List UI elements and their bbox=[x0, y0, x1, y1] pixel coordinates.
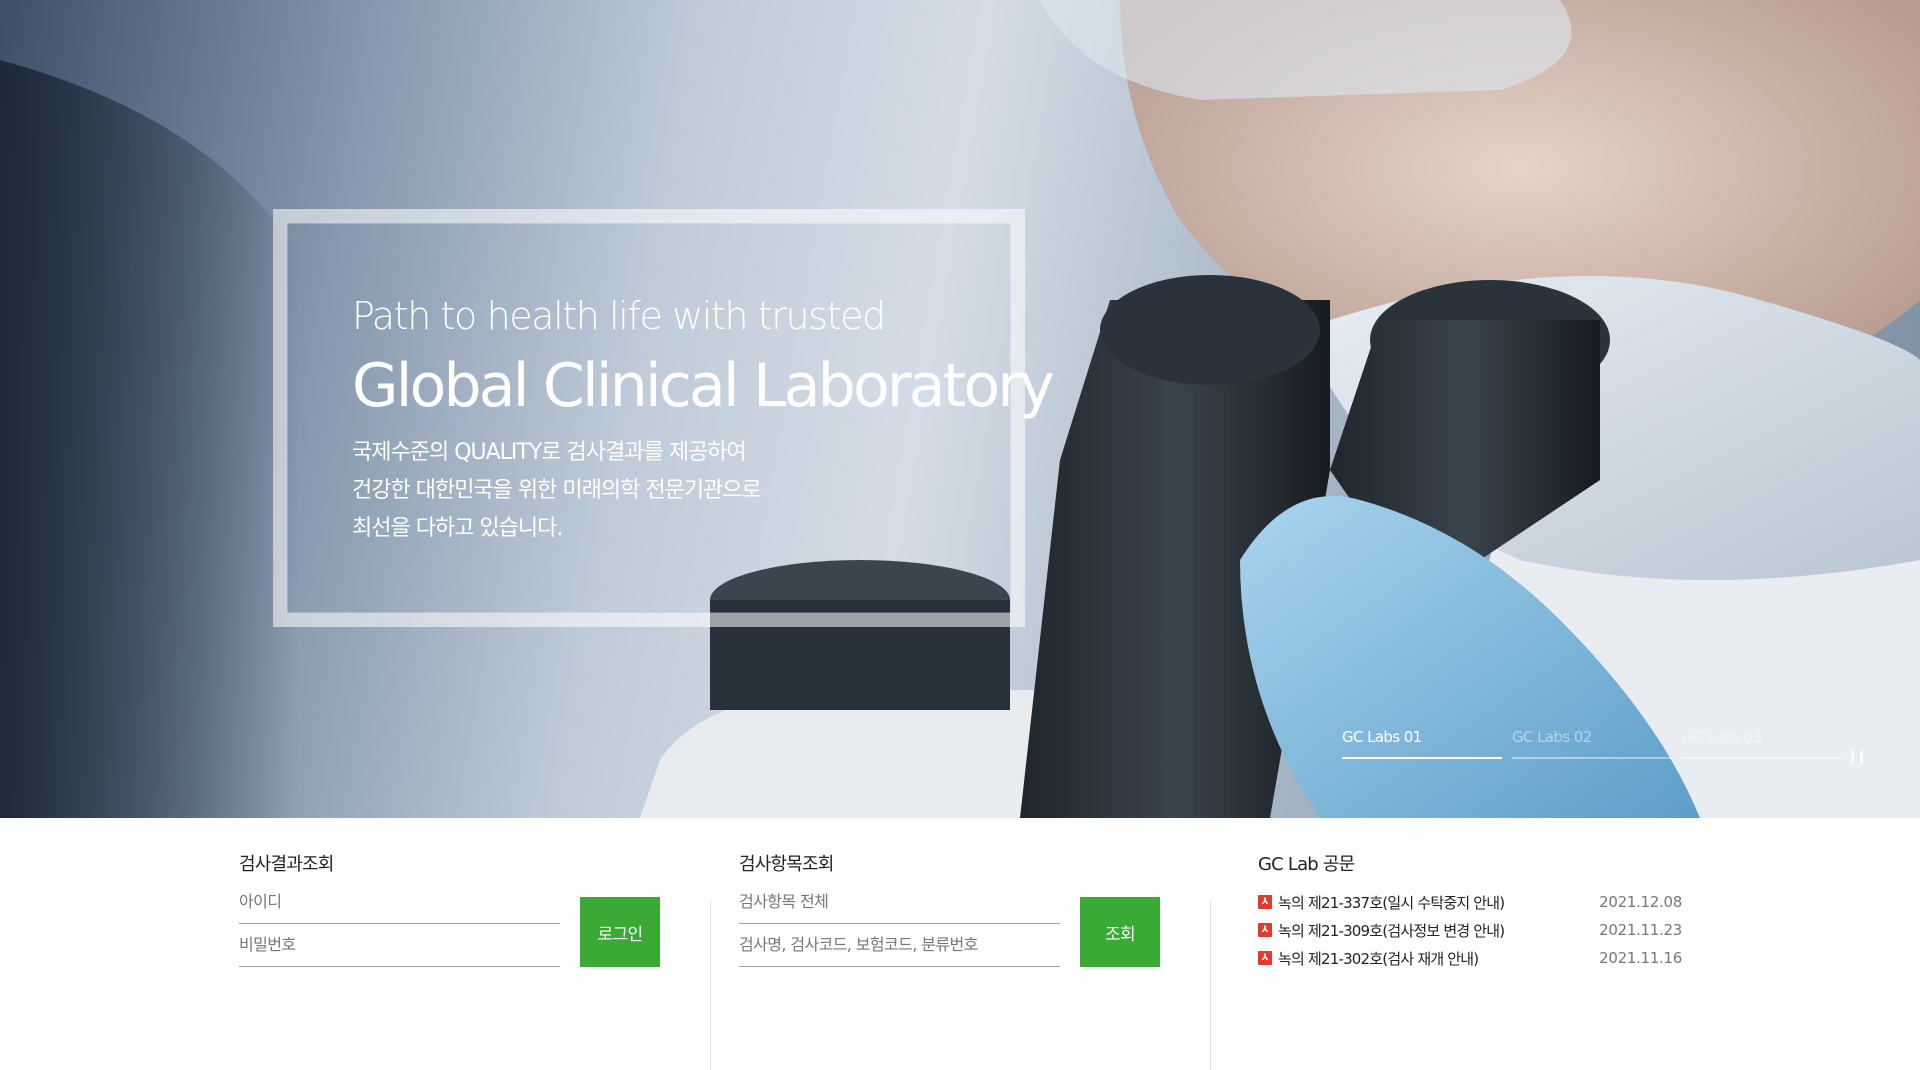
test-lookup-title: 검사항목조회 bbox=[739, 854, 834, 875]
password-field[interactable] bbox=[239, 923, 560, 967]
notice-title[interactable]: 녹의 제21-337호(일시 수탁중지 안내) bbox=[1278, 892, 1599, 913]
hero-banner: Path to health life with trusted Global … bbox=[0, 0, 1920, 818]
hero-description-line: 최선을 다하고 있습니다. bbox=[352, 516, 563, 541]
id-input[interactable] bbox=[239, 880, 560, 923]
test-search-input[interactable] bbox=[739, 923, 1060, 966]
notice-item[interactable]: ⅄ 녹의 제21-337호(일시 수탁중지 안내) 2021.12.08 bbox=[1258, 888, 1682, 916]
slide-tab-label: GC Labs 03 bbox=[1682, 728, 1762, 746]
notice-date: 2021.11.16 bbox=[1599, 949, 1682, 967]
slide-progress-bar bbox=[1682, 757, 1842, 759]
notice-item[interactable]: ⅄ 녹의 제21-309호(검사정보 변경 안내) 2021.11.23 bbox=[1258, 916, 1682, 944]
pdf-icon: ⅄ bbox=[1258, 951, 1272, 965]
column-divider bbox=[1210, 900, 1211, 1070]
pdf-icon: ⅄ bbox=[1258, 923, 1272, 937]
test-search-field[interactable] bbox=[739, 923, 1060, 967]
id-field[interactable] bbox=[239, 880, 560, 924]
password-input[interactable] bbox=[239, 923, 560, 966]
notice-item[interactable]: ⅄ 녹의 제21-302호(검사 재개 안내) 2021.11.16 bbox=[1258, 944, 1682, 972]
notice-date: 2021.12.08 bbox=[1599, 893, 1682, 911]
slide-tab-label: GC Labs 02 bbox=[1512, 728, 1592, 746]
slide-tab-3[interactable]: GC Labs 03 bbox=[1682, 723, 1842, 759]
notice-title[interactable]: 녹의 제21-302호(검사 재개 안내) bbox=[1278, 948, 1599, 969]
column-divider bbox=[710, 900, 711, 1070]
notice-date: 2021.11.23 bbox=[1599, 921, 1682, 939]
hero-subtitle: Path to health life with trusted bbox=[352, 294, 886, 338]
slide-tab-2[interactable]: GC Labs 02 bbox=[1512, 723, 1672, 759]
slide-progress-bar bbox=[1512, 757, 1672, 759]
search-button[interactable]: 조회 bbox=[1080, 897, 1160, 967]
notice-list: ⅄ 녹의 제21-337호(일시 수탁중지 안내) 2021.12.08 ⅄ 녹… bbox=[1258, 888, 1682, 972]
hero-text: Path to health life with trusted Global … bbox=[352, 290, 1055, 548]
slide-tab-label: GC Labs 01 bbox=[1342, 728, 1422, 746]
result-lookup-title: 검사결과조회 bbox=[239, 854, 334, 875]
pause-icon[interactable] bbox=[1851, 750, 1863, 764]
slide-navigation: GC Labs 01 GC Labs 02 GC Labs 03 bbox=[1342, 723, 1842, 759]
hero-title: Global Clinical Laboratory bbox=[352, 351, 1055, 421]
test-category-select[interactable]: 검사항목 전체 bbox=[739, 880, 1060, 924]
slide-tab-1[interactable]: GC Labs 01 bbox=[1342, 723, 1502, 759]
notices-title: GC Lab 공문 bbox=[1258, 854, 1355, 875]
slide-progress-bar bbox=[1342, 757, 1502, 759]
notice-title[interactable]: 녹의 제21-309호(검사정보 변경 안내) bbox=[1278, 920, 1599, 941]
hero-description-line: 국제수준의 QUALITY로 검사결과를 제공하여 bbox=[352, 440, 747, 465]
pdf-icon: ⅄ bbox=[1258, 895, 1272, 909]
hero-description-line: 건강한 대한민국을 위한 미래의학 전문기관으로 bbox=[352, 478, 762, 503]
hero-description: 국제수준의 QUALITY로 검사결과를 제공하여 건강한 대한민국을 위한 미… bbox=[352, 434, 1052, 548]
login-button[interactable]: 로그인 bbox=[580, 897, 660, 967]
